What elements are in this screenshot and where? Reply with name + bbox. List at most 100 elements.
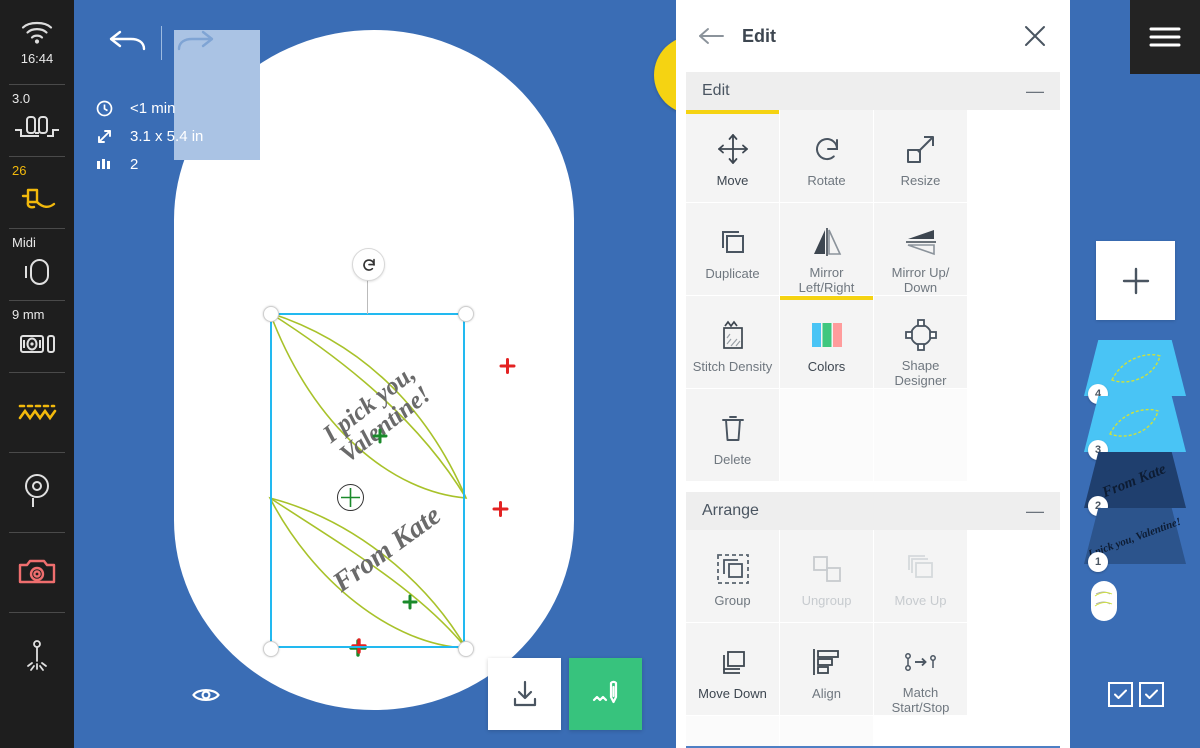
needle-stitch-icon: [592, 680, 617, 704]
clock-time: 16:44: [20, 51, 54, 66]
tool-shape-designer[interactable]: Shape Designer: [874, 296, 968, 389]
tool-mirror-lr-label: Mirror Left/Right: [798, 265, 855, 295]
section-collapse-edit[interactable]: —: [1026, 82, 1044, 100]
tool-colors[interactable]: Colors: [780, 296, 874, 389]
rotate-icon: [810, 128, 844, 170]
main-menu-button[interactable]: [1130, 0, 1200, 74]
hoop-preview-thumbnail[interactable]: [1084, 578, 1186, 634]
move-up-layer-icon: [905, 548, 937, 590]
tool-delete-label: Delete: [713, 452, 752, 467]
wifi-icon: [20, 13, 54, 51]
tool-shape-designer-label: Shape Designer: [894, 358, 947, 388]
design-center-anchor[interactable]: [337, 484, 364, 511]
tool-delete[interactable]: Delete: [686, 389, 780, 482]
layer-thumb-text: From Kate: [1099, 461, 1168, 501]
move-down-layer-icon: [717, 641, 749, 683]
grid-toggle-checkbox[interactable]: [1108, 682, 1133, 707]
tool-duplicate[interactable]: Duplicate: [686, 203, 780, 296]
redo-button[interactable]: [168, 20, 224, 66]
preview-eye-toggle[interactable]: [186, 678, 226, 712]
rotate-handle-button[interactable]: [352, 248, 385, 281]
panel-title: Edit: [742, 25, 776, 46]
tool-rotate-label: Rotate: [807, 173, 846, 188]
mirror-left-right-icon: [810, 221, 844, 262]
align-icon: [810, 641, 844, 683]
tool-move[interactable]: Move: [686, 110, 780, 203]
camera-icon: [16, 552, 58, 590]
selection-handle-br[interactable]: [458, 641, 474, 657]
status-cell-presser-pressure[interactable]: 3.0: [0, 84, 74, 156]
panel-close-button[interactable]: [1018, 19, 1052, 53]
layer-item-3[interactable]: 3: [1084, 396, 1186, 460]
resize-diagonal-icon: [96, 128, 124, 145]
machine-status-bar: 16:44 3.0 26 Midi 9 mm: [0, 0, 74, 748]
tool-stitch-density-label: Stitch Density: [692, 359, 773, 374]
tool-resize[interactable]: Resize: [874, 110, 968, 203]
status-cell-thread-spool[interactable]: [0, 452, 74, 532]
needle-threader-icon: [19, 637, 55, 675]
group-icon: [716, 548, 750, 590]
tool-slot-empty-2: [874, 389, 968, 482]
tool-match-start-stop[interactable]: Match Start/Stop: [874, 623, 968, 716]
layer-item-2[interactable]: From Kate 2: [1084, 452, 1186, 516]
presser-pressure-value: 3.0: [12, 91, 31, 106]
panel-back-button[interactable]: [694, 19, 728, 53]
zigzag-stitch-icon: [15, 392, 59, 430]
add-design-button[interactable]: [1096, 241, 1175, 320]
outline-toggle-checkbox[interactable]: [1139, 682, 1164, 707]
undo-button[interactable]: [99, 20, 155, 66]
tool-match-start-stop-label: Match Start/Stop: [891, 685, 950, 715]
resize-icon: [904, 128, 938, 170]
section-header-edit[interactable]: Edit —: [686, 72, 1060, 110]
status-cell-zigzag[interactable]: [0, 372, 74, 452]
toolbar-divider: [161, 26, 162, 60]
stat-time: <1 min: [96, 94, 203, 122]
layer-item-4[interactable]: 4: [1084, 340, 1186, 404]
edit-pencil-fab[interactable]: [654, 36, 676, 114]
status-cell-bobbin[interactable]: Midi: [0, 228, 74, 300]
tool-colors-label: Colors: [807, 359, 846, 374]
status-cell-wifi-time[interactable]: 16:44: [0, 0, 74, 84]
hamburger-menu-icon: [1149, 27, 1181, 47]
tool-move-down[interactable]: Move Down: [686, 623, 780, 716]
duplicate-icon: [717, 221, 749, 263]
rotate-handle-stem: [367, 278, 368, 314]
save-design-button[interactable]: [488, 658, 561, 730]
selection-handle-tr[interactable]: [458, 306, 474, 322]
tool-mirror-up-down[interactable]: Mirror Up/ Down: [874, 203, 968, 296]
stitch-out-button[interactable]: [569, 658, 642, 730]
section-collapse-arrange[interactable]: —: [1026, 502, 1044, 520]
status-cell-needle-threader[interactable]: [0, 612, 74, 702]
selection-handle-bl[interactable]: [263, 641, 279, 657]
section-header-arrange[interactable]: Arrange —: [686, 492, 1060, 530]
selection-bounding-box[interactable]: [270, 313, 465, 648]
tool-align-label: Align: [812, 686, 841, 701]
layer-item-1[interactable]: I pick you, Valentine! 1: [1084, 508, 1186, 572]
mirror-up-down-icon: [904, 221, 938, 262]
status-cell-presser-foot[interactable]: 26: [0, 156, 74, 228]
hoop-thumb-art: [1084, 578, 1186, 629]
edit-panel: Edit Edit — Move Rotate Resize Duplicate…: [676, 0, 1070, 748]
tool-align[interactable]: Align: [780, 623, 874, 716]
status-cell-camera[interactable]: [0, 532, 74, 612]
tool-rotate[interactable]: Rotate: [780, 110, 874, 203]
edit-panel-header: Edit: [676, 0, 1070, 72]
selection-handle-tl[interactable]: [263, 306, 279, 322]
bobbin-icon: [19, 253, 55, 291]
stat-size: 3.1 x 5.4 in: [96, 122, 203, 150]
section-title-arrange: Arrange: [702, 502, 759, 519]
stat-time-value: <1 min: [130, 99, 176, 117]
tool-move-down-label: Move Down: [698, 686, 767, 701]
stat-size-value: 3.1 x 5.4 in: [130, 127, 204, 145]
design-canvas[interactable]: I pick you, Valentine! From Kate <1 min …: [74, 0, 676, 748]
status-cell-stitch-plate[interactable]: 9 mm: [0, 300, 74, 372]
stat-colors-value: 2: [130, 155, 139, 173]
tool-stitch-density[interactable]: Stitch Density: [686, 296, 780, 389]
tool-mirror-left-right[interactable]: Mirror Left/Right: [780, 203, 874, 296]
bobbin-type: Midi: [12, 235, 36, 250]
edit-tools-grid: Move Rotate Resize Duplicate Mirror Left…: [686, 110, 1060, 482]
presser-foot-number: 26: [12, 163, 27, 178]
tool-group[interactable]: Group: [686, 530, 780, 623]
tool-mirror-ud-label: Mirror Up/ Down: [891, 265, 950, 295]
colors-icon: [808, 314, 846, 356]
